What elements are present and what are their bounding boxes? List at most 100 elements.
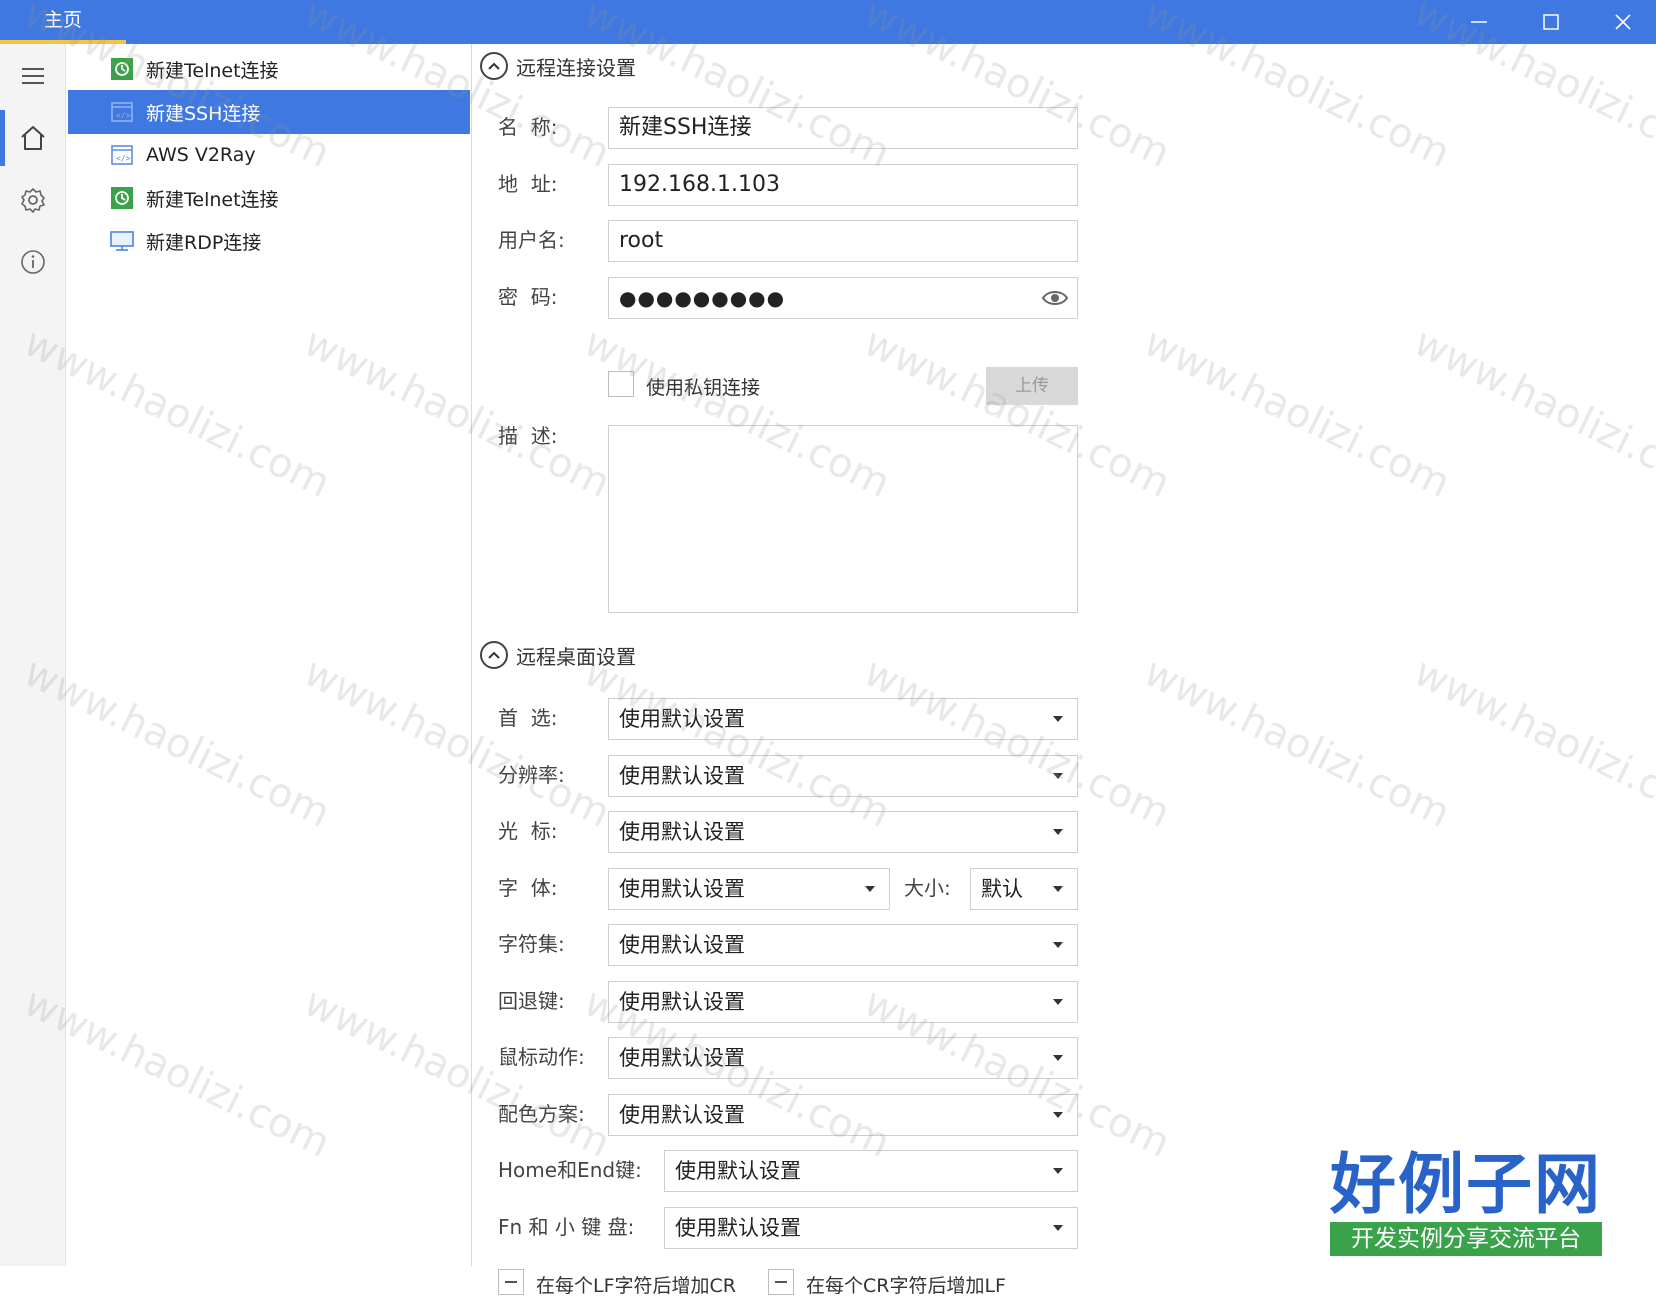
tab-home-label: 主页 bbox=[44, 9, 83, 31]
preference-label: 首 选: bbox=[498, 706, 558, 730]
rail-info-button[interactable] bbox=[0, 232, 66, 292]
charset-label: 字符集: bbox=[498, 932, 565, 956]
private-key-checkbox[interactable] bbox=[608, 371, 634, 397]
password-label: 密 码: bbox=[498, 285, 558, 309]
remote-connection-section-header: 远程连接设置 bbox=[480, 51, 636, 81]
collapse-button[interactable] bbox=[480, 52, 508, 80]
connection-label: 新建SSH连接 bbox=[146, 102, 261, 125]
cursor-select[interactable]: 使用默认设置 bbox=[608, 811, 1078, 853]
chevron-up-icon bbox=[488, 62, 500, 70]
caret-down-icon bbox=[1053, 886, 1063, 892]
caret-down-icon bbox=[1053, 1112, 1063, 1118]
settings-panel: 远程连接设置 名 称: 新建SSH连接 地 址: 192.168.1.103 用… bbox=[474, 44, 1656, 1297]
upload-button[interactable]: 上传 bbox=[986, 367, 1078, 405]
telnet-icon bbox=[110, 57, 134, 81]
connection-item-rdp[interactable]: 新建RDP连接 bbox=[68, 219, 470, 263]
ssh-icon: </> bbox=[110, 100, 134, 124]
chevron-up-icon bbox=[488, 651, 500, 659]
caret-down-icon bbox=[1053, 1225, 1063, 1231]
caret-down-icon bbox=[1053, 942, 1063, 948]
caret-down-icon bbox=[1053, 1055, 1063, 1061]
maximize-button[interactable] bbox=[1518, 0, 1584, 44]
font-select[interactable]: 使用默认设置 bbox=[608, 868, 890, 910]
connection-item-telnet-2[interactable]: 新建Telnet连接 bbox=[68, 176, 470, 220]
username-field[interactable]: root bbox=[608, 220, 1078, 262]
backspace-label: 回退键: bbox=[498, 989, 565, 1013]
connection-label: 新建Telnet连接 bbox=[146, 188, 279, 211]
select-value: 使用默认设置 bbox=[619, 707, 745, 731]
description-label: 描 述: bbox=[498, 424, 558, 448]
password-field[interactable]: ●●●●●●●●● bbox=[608, 277, 1078, 319]
minimize-button[interactable] bbox=[1446, 0, 1512, 44]
section-title: 远程桌面设置 bbox=[516, 644, 636, 669]
connection-list: 新建Telnet连接 </> 新建SSH连接 </> AWS V2Ray 新建T… bbox=[66, 44, 472, 1266]
title-bar: 主页 bbox=[0, 0, 1656, 44]
close-button[interactable] bbox=[1590, 0, 1656, 44]
backspace-select[interactable]: 使用默认设置 bbox=[608, 981, 1078, 1023]
settings-icon bbox=[21, 188, 45, 213]
tab-home[interactable]: 主页 bbox=[0, 0, 126, 44]
lf-add-cr-label: 在每个LF字符后增加CR bbox=[536, 1275, 736, 1297]
font-label: 字 体: bbox=[498, 876, 558, 900]
caret-down-icon bbox=[1053, 773, 1063, 779]
menu-icon bbox=[22, 68, 44, 84]
font-size-select[interactable]: 默认 bbox=[970, 868, 1078, 910]
select-value: 使用默认设置 bbox=[619, 990, 745, 1014]
rail-home-button[interactable] bbox=[0, 108, 66, 168]
resolution-select[interactable]: 使用默认设置 bbox=[608, 755, 1078, 797]
color-scheme-select[interactable]: 使用默认设置 bbox=[608, 1094, 1078, 1136]
select-value: 使用默认设置 bbox=[675, 1159, 801, 1183]
color-scheme-label: 配色方案: bbox=[498, 1102, 585, 1126]
section-title: 远程连接设置 bbox=[516, 55, 636, 80]
maximize-icon bbox=[1543, 14, 1559, 30]
connection-label: 新建Telnet连接 bbox=[146, 59, 279, 82]
select-value: 默认 bbox=[981, 877, 1023, 901]
cursor-label: 光 标: bbox=[498, 819, 558, 843]
mouse-action-label: 鼠标动作: bbox=[498, 1045, 585, 1069]
caret-down-icon bbox=[1053, 999, 1063, 1005]
address-field[interactable]: 192.168.1.103 bbox=[608, 164, 1078, 206]
caret-down-icon bbox=[1053, 829, 1063, 835]
connection-label: AWS V2Ray bbox=[146, 144, 256, 166]
name-label: 名 称: bbox=[498, 115, 558, 139]
rdp-icon bbox=[110, 229, 134, 253]
fn-keypad-select[interactable]: 使用默认设置 bbox=[664, 1207, 1078, 1249]
address-label: 地 址: bbox=[498, 172, 558, 196]
menu-button[interactable] bbox=[0, 46, 66, 106]
svg-text:</>: </> bbox=[116, 154, 131, 163]
charset-select[interactable]: 使用默认设置 bbox=[608, 924, 1078, 966]
rail-settings-button[interactable] bbox=[0, 170, 66, 230]
cr-add-lf-checkbox[interactable] bbox=[768, 1269, 794, 1295]
show-password-icon[interactable] bbox=[1041, 287, 1069, 309]
connection-label: 新建RDP连接 bbox=[146, 231, 262, 254]
password-mask: ●●●●●●●●● bbox=[619, 286, 786, 310]
description-textarea[interactable] bbox=[608, 425, 1078, 613]
select-value: 使用默认设置 bbox=[619, 820, 745, 844]
preference-select[interactable]: 使用默认设置 bbox=[608, 698, 1078, 740]
private-key-label: 使用私钥连接 bbox=[646, 377, 761, 399]
connection-item-aws-v2ray[interactable]: </> AWS V2Ray bbox=[68, 133, 470, 177]
telnet-icon bbox=[110, 186, 134, 210]
collapse-button[interactable] bbox=[480, 641, 508, 669]
connection-item-ssh[interactable]: </> 新建SSH连接 bbox=[68, 90, 470, 134]
font-size-label: 大小: bbox=[904, 876, 951, 900]
mouse-action-select[interactable]: 使用默认设置 bbox=[608, 1037, 1078, 1079]
caret-down-icon bbox=[865, 886, 875, 892]
select-value: 使用默认设置 bbox=[675, 1216, 801, 1240]
close-icon bbox=[1615, 14, 1631, 30]
home-icon bbox=[21, 126, 45, 150]
home-end-label: Home和End键: bbox=[498, 1158, 642, 1182]
username-label: 用户名: bbox=[498, 228, 565, 252]
lf-add-cr-checkbox[interactable] bbox=[498, 1269, 524, 1295]
caret-down-icon bbox=[1053, 1168, 1063, 1174]
resolution-label: 分辨率: bbox=[498, 763, 565, 787]
svg-text:</>: </> bbox=[116, 111, 131, 120]
connection-item-telnet-1[interactable]: 新建Telnet连接 bbox=[68, 47, 470, 91]
fn-keypad-label: Fn 和 小 键 盘: bbox=[498, 1215, 635, 1239]
cr-add-lf-label: 在每个CR字符后增加LF bbox=[806, 1275, 1006, 1297]
minimize-icon bbox=[1471, 21, 1487, 23]
nav-rail bbox=[0, 44, 66, 1266]
indeterminate-mark bbox=[775, 1281, 787, 1283]
home-end-select[interactable]: 使用默认设置 bbox=[664, 1150, 1078, 1192]
name-field[interactable]: 新建SSH连接 bbox=[608, 107, 1078, 149]
